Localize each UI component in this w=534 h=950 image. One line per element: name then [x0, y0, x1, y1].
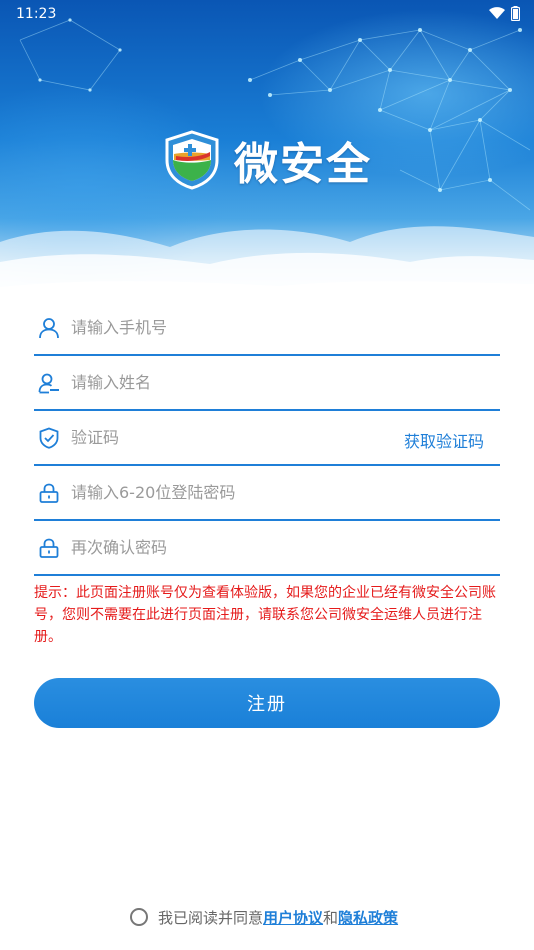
- privacy-policy-link[interactable]: 隐私政策: [338, 907, 398, 928]
- confirm-password-field: [34, 522, 500, 576]
- password-field: [34, 467, 500, 521]
- registration-tip: 提示：此页面注册账号仅为查看体验版，如果您的企业已经有微安全公司账号，您则不需要…: [34, 585, 496, 645]
- password-input[interactable]: [71, 477, 411, 507]
- name-field: [34, 357, 500, 411]
- agreement-prefix: 我已阅读并同意: [158, 908, 264, 927]
- user-card-icon: [38, 373, 59, 394]
- wifi-icon: [489, 7, 505, 20]
- agreement-and: 和: [323, 908, 339, 927]
- code-field: 获取验证码: [34, 412, 500, 466]
- battery-icon: [511, 6, 520, 21]
- agreement-row: 我已阅读并同意 用户协议 和 隐私政策: [130, 905, 398, 929]
- code-input[interactable]: [71, 422, 351, 452]
- confirm-password-input[interactable]: [71, 532, 411, 562]
- shield-logo-icon: [165, 130, 219, 190]
- status-bar: 11:23: [0, 0, 534, 28]
- app-logo: 微安全: [164, 128, 372, 192]
- cloud-graphic: [0, 226, 534, 312]
- shield-check-icon: [39, 427, 59, 449]
- phone-input[interactable]: [71, 312, 411, 342]
- agree-radio[interactable]: [130, 908, 148, 926]
- lock-icon: [39, 538, 59, 558]
- name-input[interactable]: [71, 367, 411, 397]
- register-button[interactable]: 注册: [34, 678, 500, 728]
- get-code-button[interactable]: 获取验证码: [404, 428, 484, 452]
- app-name: 微安全: [234, 139, 372, 190]
- lock-icon: [39, 483, 59, 503]
- user-agreement-link[interactable]: 用户协议: [263, 907, 323, 928]
- status-time: 11:23: [16, 6, 57, 22]
- user-icon: [39, 318, 59, 339]
- phone-field: [34, 302, 500, 356]
- header-banner: 11:23 微安全: [0, 0, 534, 312]
